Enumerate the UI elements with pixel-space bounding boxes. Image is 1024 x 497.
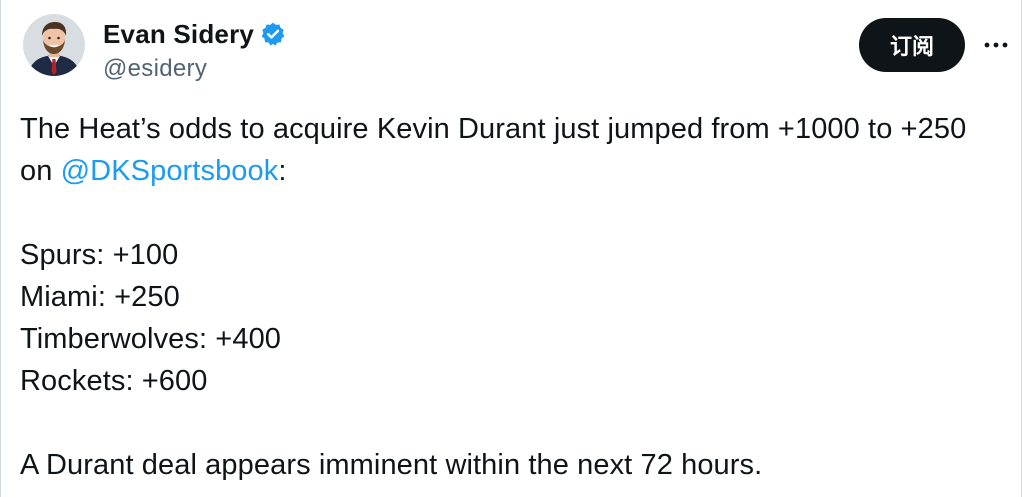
person-avatar-icon (23, 14, 85, 76)
more-options-icon[interactable] (979, 30, 1013, 60)
author-handle[interactable]: @esidery (103, 55, 286, 83)
author-avatar[interactable] (23, 14, 85, 76)
tweet-intro: The Heat’s odds to acquire Kevin Durant … (20, 108, 1000, 192)
odds-line: Spurs: +100 (20, 239, 179, 271)
odds-line: Miami: +250 (20, 281, 180, 313)
verified-badge-icon[interactable] (260, 21, 286, 47)
mention-link[interactable]: @DKSportsbook (61, 155, 279, 187)
tweet-card: Evan Sidery @esidery 订阅 The Heat’s odds … (0, 0, 1022, 497)
tweet-closing: A Durant deal appears imminent within th… (20, 449, 763, 481)
author-identity: Evan Sidery @esidery (103, 17, 286, 83)
odds-line: Rockets: +600 (20, 365, 208, 397)
author-display-name[interactable]: Evan Sidery (103, 19, 254, 50)
tweet-intro-colon: : (278, 155, 287, 187)
tweet-header: Evan Sidery @esidery (23, 14, 286, 83)
subscribe-button[interactable]: 订阅 (859, 18, 965, 72)
author-name-row: Evan Sidery (103, 17, 286, 51)
odds-line: Timberwolves: +400 (20, 323, 282, 355)
tweet-text: The Heat’s odds to acquire Kevin Durant … (20, 108, 1000, 486)
